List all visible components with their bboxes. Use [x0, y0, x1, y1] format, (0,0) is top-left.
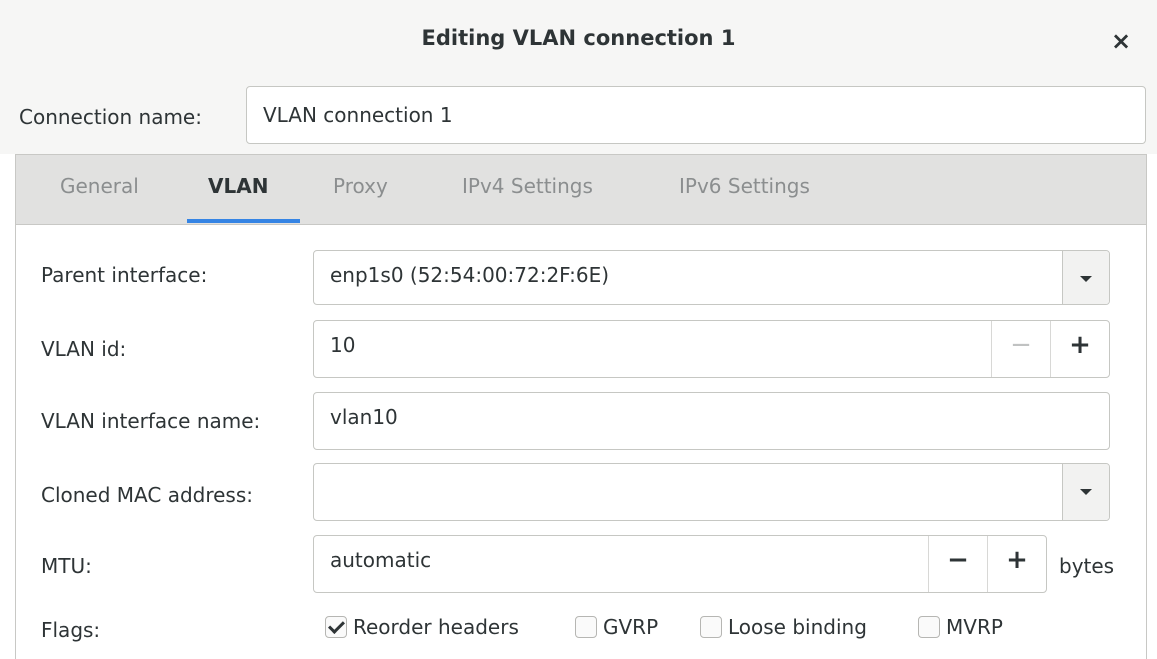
gvrp-checkbox[interactable]: GVRP: [575, 615, 658, 643]
tab-vlan[interactable]: VLAN: [208, 174, 268, 198]
parent-interface-combo[interactable]: enp1s0 (52:54:00:72:2F:6E): [313, 250, 1110, 305]
tab-proxy[interactable]: Proxy: [333, 174, 388, 198]
vlan-id-label: VLAN id:: [41, 337, 127, 361]
parent-interface-label: Parent interface:: [41, 263, 208, 287]
vlan-id-increment-button[interactable]: +: [1050, 321, 1109, 377]
vlan-id-decrement-button[interactable]: −: [991, 321, 1050, 377]
chevron-down-icon: [1080, 489, 1092, 495]
loose-binding-checkbox[interactable]: Loose binding: [700, 615, 867, 643]
mvrp-label: MVRP: [946, 615, 1003, 639]
close-icon[interactable]: ×: [1103, 22, 1139, 60]
mtu-label: MTU:: [41, 554, 92, 578]
vlan-id-value: 10: [330, 333, 356, 357]
mtu-increment-button[interactable]: +: [987, 536, 1046, 592]
mvrp-checkbox[interactable]: MVRP: [918, 615, 1003, 643]
mtu-value: automatic: [330, 548, 432, 572]
parent-interface-value: enp1s0 (52:54:00:72:2F:6E): [330, 263, 610, 287]
active-tab-indicator: [187, 219, 300, 223]
checkbox-unchecked-icon[interactable]: [918, 616, 940, 638]
vlan-id-spinbutton[interactable]: 10 − +: [313, 320, 1110, 378]
parent-interface-dropdown-button[interactable]: [1062, 251, 1109, 304]
cloned-mac-dropdown-button[interactable]: [1062, 464, 1109, 520]
cloned-mac-label: Cloned MAC address:: [41, 483, 254, 507]
tab-ipv4-settings[interactable]: IPv4 Settings: [462, 174, 593, 198]
checkbox-unchecked-icon[interactable]: [700, 616, 722, 638]
vlan-interface-name-input[interactable]: vlan10: [313, 392, 1110, 450]
mtu-unit-label: bytes: [1059, 554, 1115, 578]
connection-name-label: Connection name:: [19, 105, 202, 129]
window-title: Editing VLAN connection 1: [421, 26, 736, 50]
mtu-spinbutton[interactable]: automatic − +: [313, 535, 1047, 593]
checkbox-unchecked-icon[interactable]: [575, 616, 597, 638]
tab-general[interactable]: General: [60, 174, 139, 198]
reorder-headers-label: Reorder headers: [353, 615, 519, 639]
tab-ipv6-settings[interactable]: IPv6 Settings: [679, 174, 810, 198]
connection-name-row: Connection name: VLAN connection 1: [0, 86, 1157, 154]
vlan-interface-name-label: VLAN interface name:: [41, 409, 261, 433]
checkbox-checked-icon[interactable]: [325, 616, 347, 638]
reorder-headers-checkbox[interactable]: Reorder headers: [325, 615, 519, 643]
window-titlebar: Editing VLAN connection 1 ×: [0, 0, 1157, 87]
chevron-down-icon: [1080, 276, 1092, 282]
cloned-mac-combo[interactable]: [313, 463, 1110, 521]
gvrp-label: GVRP: [603, 615, 659, 639]
connection-name-input[interactable]: VLAN connection 1: [246, 86, 1146, 144]
flags-label: Flags:: [41, 618, 101, 642]
mtu-decrement-button[interactable]: −: [928, 536, 987, 592]
loose-binding-label: Loose binding: [728, 615, 867, 639]
tab-bar: General VLAN Proxy IPv4 Settings IPv6 Se…: [16, 155, 1146, 225]
